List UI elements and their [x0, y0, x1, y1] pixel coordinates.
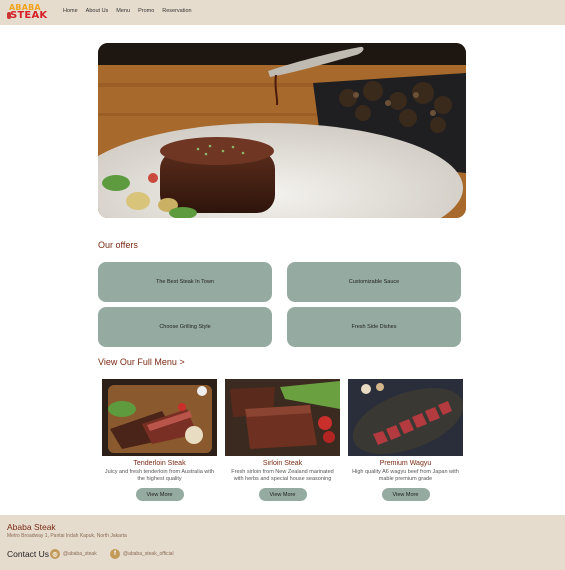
logo-bottom-text: STEAK: [10, 10, 48, 21]
facebook-link[interactable]: f @ababa_steak_official: [110, 549, 174, 559]
card-title: Premium Wagyu: [379, 460, 432, 467]
sirloin-image: [225, 379, 340, 456]
nav-promo[interactable]: Promo: [138, 8, 154, 14]
view-more-tenderloin-button[interactable]: View More: [135, 488, 184, 501]
facebook-handle: @ababa_steak_official: [123, 551, 174, 557]
card-desc: High quality A6 wagyu beef from Japan wi…: [352, 469, 459, 482]
instagram-link[interactable]: ◎ @ababa_steak: [50, 549, 97, 559]
full-menu-link[interactable]: View Our Full Menu >: [98, 357, 185, 367]
footer-address: Metro Broadway 1, Pantai Indah Kapuk, No…: [7, 533, 127, 539]
facebook-icon: f: [110, 549, 120, 559]
nav-home[interactable]: Home: [63, 8, 78, 14]
footer: Ababa Steak Metro Broadway 1, Pantai Ind…: [0, 515, 565, 570]
view-more-sirloin-button[interactable]: View More: [258, 488, 307, 501]
brand-logo[interactable]: ABABA STEAK: [7, 3, 53, 21]
hero-image: [98, 43, 466, 218]
nav-menu[interactable]: Menu: [116, 8, 130, 14]
menu-card-wagyu: Premium Wagyu High quality A6 wagyu beef…: [348, 379, 463, 501]
instagram-handle: @ababa_steak: [63, 551, 97, 557]
contact-us-label: Contact Us: [7, 549, 50, 559]
offer-custom-sauce[interactable]: Customizable Sauce: [287, 262, 461, 302]
nav-about-us[interactable]: About Us: [86, 8, 109, 14]
menu-card-sirloin: Sirloin Steak Fresh sirloin from New Zea…: [225, 379, 340, 501]
nav-reservation[interactable]: Reservation: [162, 8, 191, 14]
card-title: Sirloin Steak: [262, 460, 303, 467]
tenderloin-image: [102, 379, 217, 456]
wagyu-image: [348, 379, 463, 456]
navbar: ABABA STEAK Home About Us Menu Promo Res…: [0, 0, 565, 25]
instagram-icon: ◎: [50, 549, 60, 559]
card-desc: Juicy and fresh tenderloin from Australi…: [104, 469, 215, 482]
menu-card-tenderloin: Tenderloin Steak Juicy and fresh tenderl…: [102, 379, 217, 501]
offer-grilling-style[interactable]: Choose Grilling Style: [98, 307, 272, 347]
offer-side-dishes[interactable]: Fresh Side Dishes: [287, 307, 461, 347]
footer-brand: Ababa Steak: [7, 522, 56, 532]
card-desc: Fresh sirloin from New Zealand marinated…: [231, 469, 334, 482]
offers-title: Our offers: [98, 240, 138, 250]
offer-best-steak[interactable]: The Best Steak In Town: [98, 262, 272, 302]
card-title: Tenderloin Steak: [133, 460, 186, 467]
view-more-wagyu-button[interactable]: View More: [381, 488, 430, 501]
main-nav: Home About Us Menu Promo Reservation: [63, 8, 192, 14]
